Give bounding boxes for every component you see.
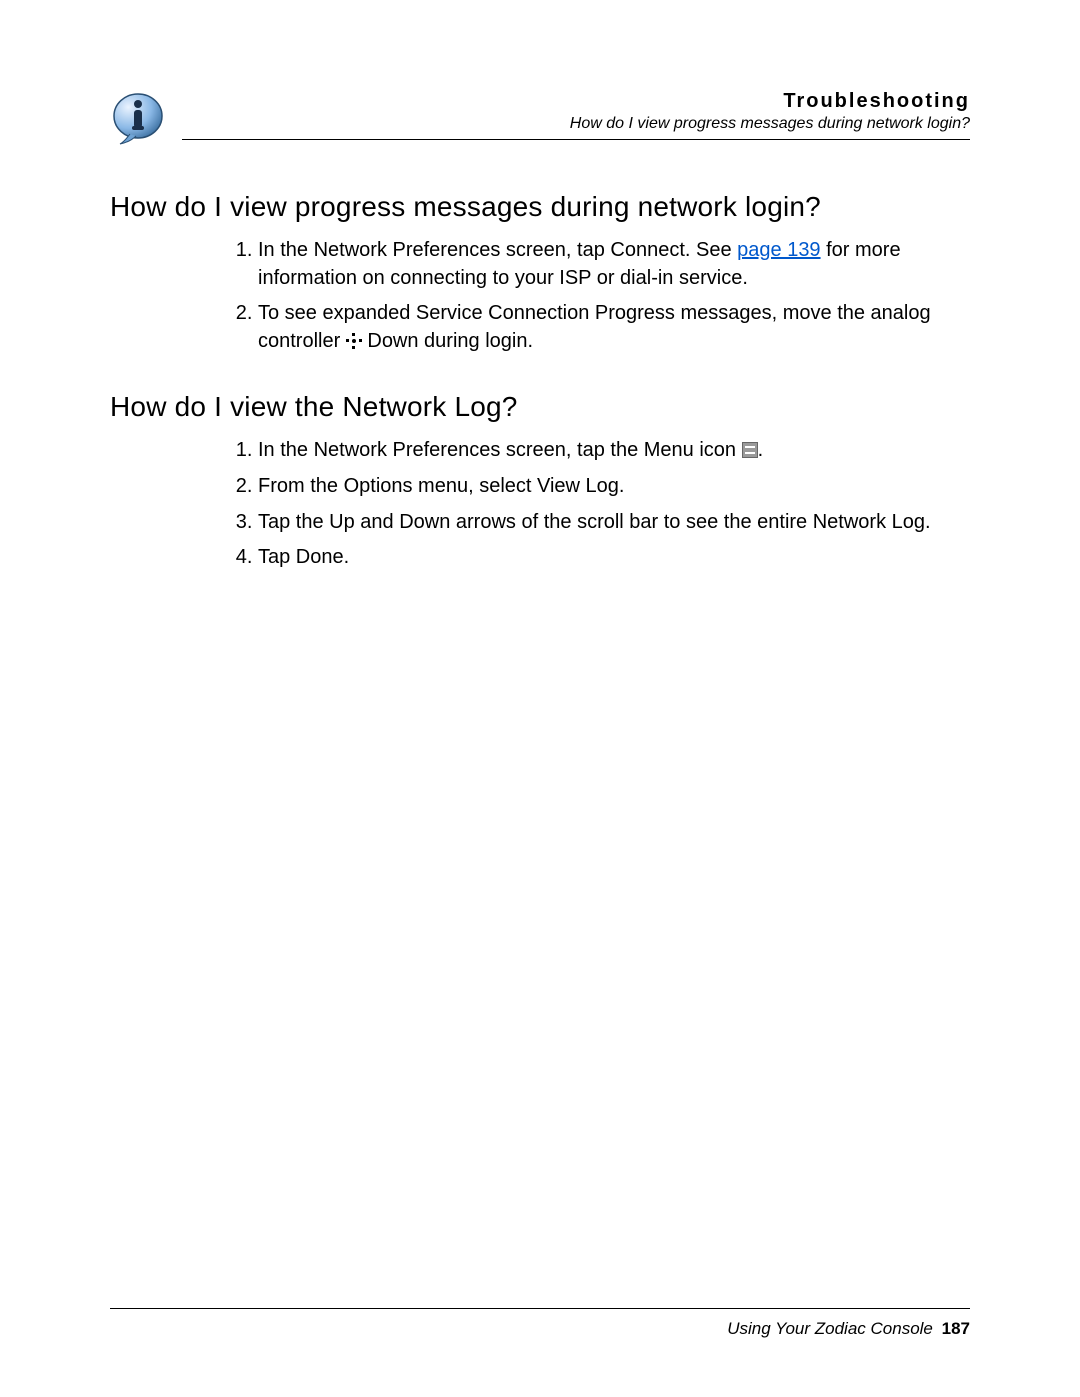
step-text: In the Network Preferences screen, tap C… [258,239,737,261]
page-link[interactable]: page 139 [737,239,820,261]
list-item: In the Network Preferences screen, tap t… [258,437,970,465]
list-item: Tap the Up and Down arrows of the scroll… [258,509,970,537]
step-text: Down during login. [362,330,533,352]
chapter-title: Troubleshooting [182,90,970,113]
steps-list-1: In the Network Preferences screen, tap C… [230,237,970,355]
step-text: In the Network Preferences screen, tap t… [258,439,742,461]
page-content: Troubleshooting How do I view progress m… [0,0,1080,1397]
header-text: Troubleshooting How do I view progress m… [182,90,970,140]
step-text: . [758,439,764,461]
info-icon [110,90,182,151]
footer-book-title: Using Your Zodiac Console [727,1319,933,1338]
section-heading-1: How do I view progress messages during n… [110,191,970,223]
menu-icon [742,442,758,458]
steps-list-2: In the Network Preferences screen, tap t… [230,437,970,571]
analog-controller-icon [346,333,362,349]
list-item: Tap Done. [258,544,970,572]
section-heading-2: How do I view the Network Log? [110,391,970,423]
list-item: In the Network Preferences screen, tap C… [258,237,970,292]
footer-page-number: 187 [942,1319,970,1338]
page-header: Troubleshooting How do I view progress m… [110,90,970,151]
list-item: To see expanded Service Connection Progr… [258,300,970,355]
list-item: From the Options menu, select View Log. [258,473,970,501]
page-footer: Using Your Zodiac Console 187 [110,1308,970,1339]
running-head: How do I view progress messages during n… [182,115,970,133]
